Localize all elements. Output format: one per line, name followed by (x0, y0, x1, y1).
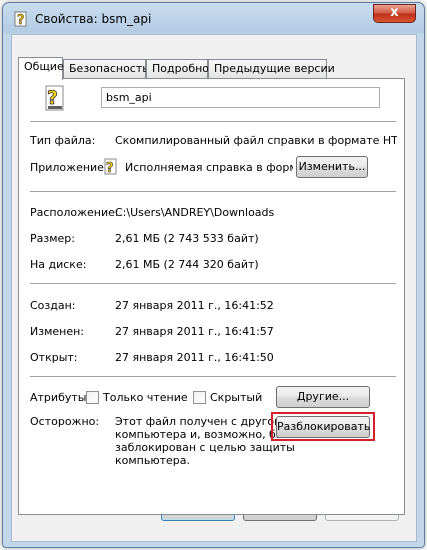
svg-text:?: ? (106, 161, 114, 176)
disk-size-value: 2,61 МБ (2 744 320 байт) (115, 258, 259, 271)
tab-previous-versions[interactable]: Предыдущие версии (208, 59, 335, 79)
attributes-label: Атрибуты: (30, 391, 91, 404)
properties-window: ? Свойства: bsm_api x Общие Безопасность… (2, 2, 425, 548)
general-panel: ? bsm_api Тип файла: Скомпилированный фа… (18, 78, 405, 515)
opened-label: Открыт: (30, 351, 78, 364)
size-label: Размер: (30, 232, 75, 245)
close-button[interactable]: x (373, 4, 416, 23)
readonly-checkbox[interactable] (86, 391, 99, 404)
tab-security[interactable]: Безопасность (63, 59, 149, 79)
created-value: 27 января 2011 г., 16:41:52 (115, 299, 274, 312)
opened-value: 27 января 2011 г., 16:41:50 (115, 351, 274, 364)
hidden-checkbox[interactable] (193, 391, 206, 404)
caution-text-line: компьютера и, возможно, был (115, 428, 292, 441)
caution-text-line: заблокирован с целью защиты (115, 441, 295, 454)
separator (30, 121, 396, 123)
tab-general[interactable]: Общие (18, 57, 64, 80)
caution-label: Осторожно: (30, 415, 100, 428)
title-bar[interactable]: ? Свойства: bsm_api x (3, 3, 424, 35)
file-type-label: Тип файла: (30, 134, 96, 147)
readonly-label: Только чтение (103, 391, 188, 404)
dialog-client: Общие Безопасность Подробно Предыдущие в… (11, 34, 417, 542)
app-value: Исполняемая справка в форма (125, 161, 293, 174)
separator (30, 283, 396, 285)
location-label: Расположение: (30, 206, 119, 219)
disk-size-label: На диске: (30, 258, 87, 271)
other-attributes-button[interactable]: Другие... (276, 386, 370, 408)
caution-text-line: компьютера. (115, 454, 191, 467)
separator (30, 191, 396, 193)
location-value: C:\Users\ANDREY\Downloads (115, 206, 275, 219)
tab-details[interactable]: Подробно (146, 59, 209, 79)
size-value: 2,61 МБ (2 743 533 байт) (115, 232, 259, 245)
help-file-icon: ? (45, 85, 64, 111)
svg-text:?: ? (47, 87, 58, 109)
hidden-label: Скрытый (210, 391, 263, 404)
created-label: Создан: (30, 299, 76, 312)
modified-value: 27 января 2011 г., 16:41:57 (115, 325, 274, 338)
file-type-value: Скомпилированный файл справки в формате … (115, 134, 397, 147)
change-button[interactable]: Изменить... (296, 156, 368, 178)
app-label: Приложение: (30, 161, 108, 174)
unblock-button[interactable]: Разблокировать (276, 416, 370, 438)
help-app-icon: ? (104, 158, 117, 176)
caution-text-line: Этот файл получен с другого (115, 415, 287, 428)
window-title: Свойства: bsm_api (35, 12, 152, 26)
svg-text:?: ? (17, 13, 25, 27)
file-name-field[interactable]: bsm_api (101, 87, 380, 108)
modified-label: Изменен: (30, 325, 85, 338)
separator (30, 376, 396, 378)
help-file-icon: ? (14, 11, 27, 27)
